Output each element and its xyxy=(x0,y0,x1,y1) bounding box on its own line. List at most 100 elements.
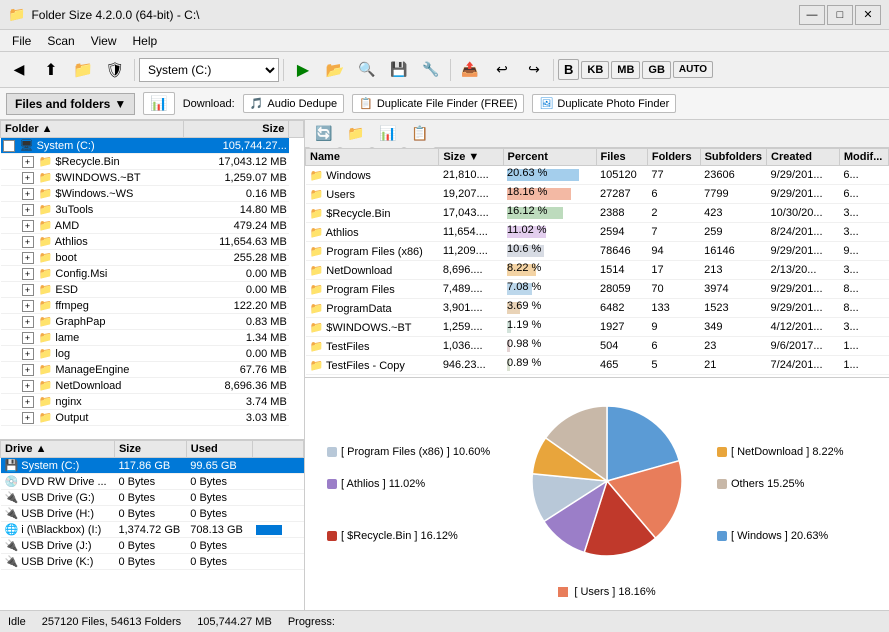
drive-item-row[interactable]: 🔌 USB Drive (G:) 0 Bytes 0 Bytes xyxy=(1,490,304,506)
file-item-row[interactable]: 📁 Program Files 7,489.... 7.08 % 28059 7… xyxy=(306,280,889,299)
nav-icon4[interactable]: 📋 xyxy=(405,120,435,148)
expand-btn[interactable]: + xyxy=(22,188,34,200)
file-list[interactable]: Name Size ▼ Percent Files Folders Subfol… xyxy=(305,148,889,378)
expand-btn[interactable]: + xyxy=(22,236,34,248)
size-gb-button[interactable]: GB xyxy=(642,61,671,79)
tree-item-row[interactable]: + 📁 lame 1.34 MB xyxy=(1,330,304,346)
tree-item-row[interactable]: + 📁 Config.Msi 0.00 MB xyxy=(1,266,304,282)
expand-btn[interactable]: + xyxy=(22,172,34,184)
file-item-row[interactable]: 📁 TestFiles 1,036.... 0.98 % 504 6 23 9/… xyxy=(306,337,889,356)
tree-item-row[interactable]: + 📁 AMD 479.24 MB xyxy=(1,218,304,234)
tree-item-row[interactable]: + 📁 log 0.00 MB xyxy=(1,346,304,362)
col-file-size[interactable]: Size ▼ xyxy=(439,149,503,166)
toolbar-disk[interactable]: 💾 xyxy=(384,56,414,84)
file-item-row[interactable]: 📁 ProgramData 3,901.... 3.69 % 6482 133 … xyxy=(306,299,889,318)
files-folders-button[interactable]: Files and folders ▼ xyxy=(6,93,135,115)
nav-icon2[interactable]: 📁 xyxy=(341,120,371,148)
expand-btn[interactable]: + xyxy=(22,204,34,216)
drive-item-row[interactable]: 🔌 USB Drive (H:) 0 Bytes 0 Bytes xyxy=(1,506,304,522)
toolbar-play[interactable]: ▶ xyxy=(288,56,318,84)
tree-root-row[interactable]: - 🖥 System (C:) 105,744.27... xyxy=(1,138,304,154)
tree-item-row[interactable]: + 📁 Output 3.03 MB xyxy=(1,410,304,426)
expand-btn[interactable]: + xyxy=(22,316,34,328)
tree-item-row[interactable]: + 📁 NetDownload 8,696.36 MB xyxy=(1,378,304,394)
menu-view[interactable]: View xyxy=(83,32,125,50)
toolbar-shield[interactable]: 🛡 xyxy=(100,56,130,84)
drive-item-row[interactable]: 🔌 USB Drive (K:) 0 Bytes 0 Bytes xyxy=(1,554,304,570)
col-drive-used[interactable]: Used xyxy=(186,441,252,458)
drive-item-row[interactable]: 💾 System (C:) 117.86 GB 99.65 GB xyxy=(1,458,304,474)
toolbar2-icon1[interactable]: 📊 xyxy=(143,92,174,115)
col-files[interactable]: Files xyxy=(596,149,647,166)
menu-help[interactable]: Help xyxy=(125,32,166,50)
expand-btn[interactable]: + xyxy=(22,412,34,424)
tree-item-row[interactable]: + 📁 $WINDOWS.~BT 1,259.07 MB xyxy=(1,170,304,186)
size-mb-button[interactable]: MB xyxy=(611,61,640,79)
drive-item-row[interactable]: 🌐 i (\\Blackbox) (I:) 1,374.72 GB 708.13… xyxy=(1,522,304,538)
file-item-row[interactable]: 📁 TestFiles - Copy 946.23... 0.89 % 465 … xyxy=(306,356,889,375)
size-b-button[interactable]: B xyxy=(558,59,579,80)
expand-btn[interactable]: + xyxy=(22,364,34,376)
col-drive[interactable]: Drive ▲ xyxy=(1,441,115,458)
toolbar-back[interactable]: ◀ xyxy=(4,56,34,84)
expand-btn[interactable]: + xyxy=(22,220,34,232)
tree-item-row[interactable]: + 📁 boot 255.28 MB xyxy=(1,250,304,266)
minimize-button[interactable]: — xyxy=(799,5,825,25)
tree-item-row[interactable]: + 📁 ffmpeg 122.20 MB xyxy=(1,298,304,314)
col-drive-size[interactable]: Size xyxy=(114,441,186,458)
file-item-row[interactable]: 📁 $WINDOWS.~BT 1,259.... 1.19 % 1927 9 3… xyxy=(306,318,889,337)
file-item-row[interactable]: 📁 Program Files (x86) 11,209.... 10.6 % … xyxy=(306,242,889,261)
toolbar-export[interactable]: 📤 xyxy=(455,56,485,84)
toolbar-up[interactable]: ⬆ xyxy=(36,56,66,84)
col-subfolders[interactable]: Subfolders xyxy=(700,149,766,166)
col-created[interactable]: Created xyxy=(767,149,840,166)
tree-item-row[interactable]: + 📁 $Recycle.Bin 17,043.12 MB xyxy=(1,154,304,170)
tree-item-row[interactable]: + 📁 ManageEngine 67.76 MB xyxy=(1,362,304,378)
toolbar-redo[interactable]: ↪ xyxy=(519,56,549,84)
drive-list[interactable]: Drive ▲ Size Used 💾 System (C:) 117.86 G… xyxy=(0,440,304,610)
toolbar-scan[interactable]: 🔍 xyxy=(352,56,382,84)
size-kb-button[interactable]: KB xyxy=(581,61,609,79)
col-folders[interactable]: Folders xyxy=(647,149,700,166)
expand-btn[interactable]: + xyxy=(22,252,34,264)
expand-btn[interactable]: + xyxy=(22,396,34,408)
duplicate-photo-button[interactable]: 🖼 Duplicate Photo Finder xyxy=(532,94,676,113)
menu-scan[interactable]: Scan xyxy=(39,32,82,50)
expand-btn[interactable]: + xyxy=(22,348,34,360)
file-item-row[interactable]: 📁 Windows 21,810.... 20.63 % 105120 77 2… xyxy=(306,166,889,185)
tree-item-row[interactable]: + 📁 $Windows.~WS 0.16 MB xyxy=(1,186,304,202)
col-modified[interactable]: Modif... xyxy=(839,149,888,166)
expand-btn[interactable]: + xyxy=(22,380,34,392)
col-size[interactable]: Size xyxy=(184,121,289,138)
folder-tree[interactable]: Folder ▲ Size - 🖥 System (C:) 105,744.27… xyxy=(0,120,304,440)
drive-item-row[interactable]: 🔌 USB Drive (J:) 0 Bytes 0 Bytes xyxy=(1,538,304,554)
expand-btn[interactable]: + xyxy=(22,332,34,344)
expand-btn[interactable]: + xyxy=(22,268,34,280)
menu-file[interactable]: File xyxy=(4,32,39,50)
expand-btn[interactable]: + xyxy=(22,300,34,312)
file-item-row[interactable]: 📁 Users 19,207.... 18.16 % 27287 6 7799 … xyxy=(306,185,889,204)
tree-item-row[interactable]: + 📁 ESD 0.00 MB xyxy=(1,282,304,298)
tree-item-row[interactable]: + 📁 3uTools 14.80 MB xyxy=(1,202,304,218)
close-button[interactable]: ✕ xyxy=(855,5,881,25)
size-auto-button[interactable]: AUTO xyxy=(673,61,713,78)
toolbar-folder[interactable]: 📁 xyxy=(68,56,98,84)
tree-item-row[interactable]: + 📁 GraphPap 0.83 MB xyxy=(1,314,304,330)
tree-item-row[interactable]: + 📁 Athlios 11,654.63 MB xyxy=(1,234,304,250)
nav-icon1[interactable]: 🔄 xyxy=(309,120,339,148)
file-item-row[interactable]: 📁 Athlios 11,654.... 11.02 % 2594 7 259 … xyxy=(306,223,889,242)
maximize-button[interactable]: □ xyxy=(827,5,853,25)
drive-selector[interactable]: System (C:) xyxy=(139,58,279,82)
duplicate-file-button[interactable]: 📋 Duplicate File Finder (FREE) xyxy=(352,94,524,113)
expand-btn[interactable]: + xyxy=(22,156,34,168)
col-name[interactable]: Name xyxy=(306,149,439,166)
col-folder[interactable]: Folder ▲ xyxy=(1,121,184,138)
file-item-row[interactable]: 📁 $Recycle.Bin 17,043.... 16.12 % 2388 2… xyxy=(306,204,889,223)
expand-btn[interactable]: + xyxy=(22,284,34,296)
audio-dedupe-button[interactable]: 🎵 Audio Dedupe xyxy=(243,94,344,113)
file-item-row[interactable]: 📁 NetDownload 8,696.... 8.22 % 1514 17 2… xyxy=(306,261,889,280)
col-percent[interactable]: Percent xyxy=(503,149,596,166)
expand-root[interactable]: - xyxy=(3,140,15,152)
tree-item-row[interactable]: + 📁 nginx 3.74 MB xyxy=(1,394,304,410)
toolbar-undo[interactable]: ↩ xyxy=(487,56,517,84)
